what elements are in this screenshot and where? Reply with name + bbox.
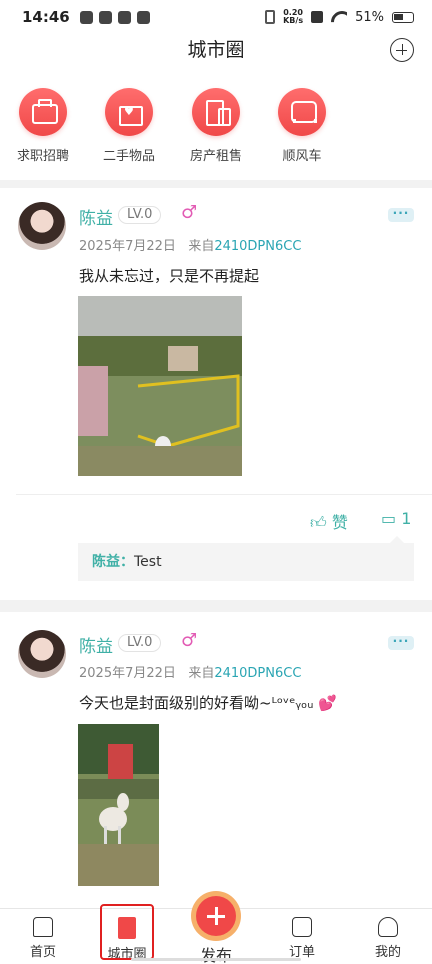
status-time: 14:46 [22, 8, 70, 26]
category-realestate[interactable]: 房产租售 [176, 88, 256, 164]
status-right: 0.20 KB/s 51% [265, 9, 414, 25]
publish-button[interactable] [196, 896, 236, 936]
net-speed: 0.20 KB/s [283, 8, 304, 25]
home-icon [33, 917, 53, 937]
avatar[interactable] [18, 202, 66, 250]
nav-orders[interactable]: 订单 [272, 917, 332, 960]
status-bar: 14:46 0.20 KB/s 51% [0, 0, 432, 34]
section-divider [0, 600, 432, 612]
category-secondhand[interactable]: 二手物品 [89, 88, 169, 164]
post-separator [16, 494, 432, 495]
section-divider [0, 180, 432, 188]
comment-button[interactable]: ▭ 1 [381, 509, 411, 528]
more-options-button[interactable]: ··· [388, 207, 414, 222]
battery-percent: 51% [355, 9, 384, 25]
level-badge: LV.0 [118, 206, 162, 224]
vibrate-icon [265, 10, 276, 24]
like-button[interactable]: 👍︎ 赞 [310, 509, 348, 533]
gift-box-icon [105, 88, 153, 136]
post-card: 陈益 LV.0 ♂ ··· 2025年7月22日 来自2410DPN6CC 我从… [0, 188, 432, 600]
nav-home[interactable]: 首页 [13, 917, 73, 960]
author-name[interactable]: 陈益 [79, 204, 113, 229]
page-title: 城市圈 [187, 39, 245, 61]
avatar[interactable] [18, 630, 66, 678]
comment-text: Test [134, 554, 162, 570]
post-text: 我从未忘过，只是不再提起 [79, 267, 260, 285]
comment-author: 陈益： [92, 554, 134, 570]
post-card: 陈益 LV.0 ♂ ··· 2025年7月22日 来自2410DPN6CC 今天… [0, 612, 432, 892]
male-icon: ♂ [181, 630, 198, 651]
post-text: 今天也是封面级别的好看呦~ᴸᵒᵛᵉᵧₒᵤ 💕 [79, 694, 337, 712]
level-badge: LV.0 [118, 634, 162, 652]
comment-item: 陈益：Test [78, 536, 414, 581]
category-jobs[interactable]: 求职招聘 [3, 88, 83, 164]
briefcase-icon [19, 88, 67, 136]
battery-icon [392, 11, 414, 23]
post-photo[interactable] [78, 296, 242, 476]
nfc-icon [311, 11, 324, 23]
home-indicator [131, 958, 301, 961]
category-row: 求职招聘 二手物品 房产租售 顺风车 [0, 88, 432, 178]
active-tab-highlight [100, 904, 154, 960]
add-circle-button[interactable] [390, 38, 414, 62]
male-icon: ♂ [181, 202, 198, 223]
category-carpool[interactable]: 顺风车 [262, 88, 342, 164]
building-icon [192, 88, 240, 136]
person-icon [378, 917, 398, 937]
wifi-icon [331, 11, 347, 23]
car-icon [278, 88, 326, 136]
notification-icons [79, 10, 150, 24]
nav-me[interactable]: 我的 [358, 917, 418, 960]
app-header: 城市圈 [0, 34, 432, 68]
author-name[interactable]: 陈益 [79, 632, 113, 657]
post-meta: 2025年7月22日 来自2410DPN6CC [79, 239, 302, 254]
post-photo[interactable] [78, 724, 159, 886]
post-meta: 2025年7月22日 来自2410DPN6CC [79, 666, 302, 681]
order-icon [292, 917, 312, 937]
more-options-button[interactable]: ··· [388, 635, 414, 650]
